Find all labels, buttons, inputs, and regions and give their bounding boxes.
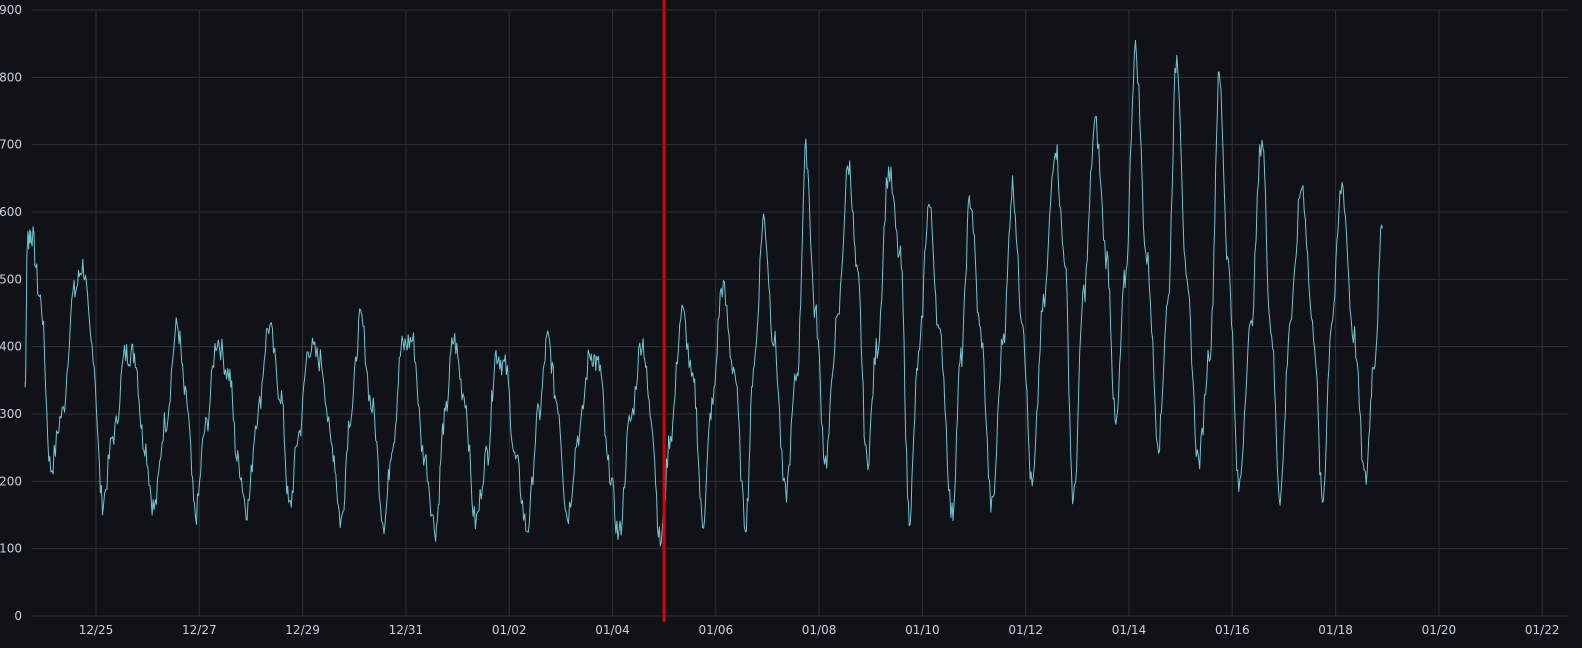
x-tick-label: 01/04	[595, 623, 630, 637]
y-tick-label: 800	[0, 70, 22, 84]
y-tick-label: 0	[14, 609, 22, 623]
x-tick-label: 01/20	[1422, 623, 1457, 637]
x-tick-label: 12/31	[389, 623, 424, 637]
y-tick-label: 100	[0, 542, 22, 556]
x-tick-label: 01/14	[1112, 623, 1147, 637]
x-tick-label: 01/06	[699, 623, 734, 637]
line-chart: 0100200300400500600700800900 12/25 12/27 1…	[0, 0, 1568, 637]
x-tick-label: 01/02	[492, 623, 527, 637]
y-tick-label: 900	[0, 3, 22, 17]
x-tick-label: 01/12	[1008, 623, 1043, 637]
y-tick-label: 700	[0, 138, 22, 152]
y-tick-label: 300	[0, 407, 22, 421]
y-tick-label: 200	[0, 474, 22, 488]
x-tick-label: 01/18	[1318, 623, 1353, 637]
y-tick-label: 500	[0, 272, 22, 286]
x-tick-label: 01/16	[1215, 623, 1250, 637]
x-tick-label: 12/25	[79, 623, 114, 637]
x-tick-label: 01/08	[802, 623, 837, 637]
series-line	[24, 39, 1383, 547]
x-tick-label: 12/27	[182, 623, 217, 637]
series-layer	[24, 39, 1383, 547]
x-tick-label: 01/10	[905, 623, 940, 637]
x-tick-label: 01/22	[1525, 623, 1560, 637]
y-axis-ticks: 0 100 200 300 400 500 600 700 800 900	[0, 3, 22, 623]
y-tick-label: 600	[0, 205, 22, 219]
x-tick-label: 12/29	[285, 623, 320, 637]
x-axis-ticks: 12/25 12/27 12/29 12/31 01/02 01/04 01/06 01/08…	[79, 623, 1560, 637]
y-tick-label: 400	[0, 340, 22, 354]
